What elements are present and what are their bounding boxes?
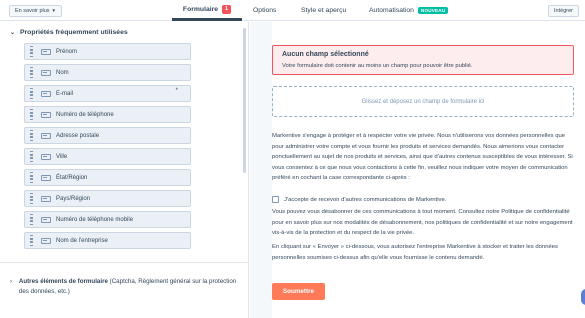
text-field-icon [41,216,51,223]
field-item-firstname[interactable]: Prénom [24,43,191,60]
field-label: Ville [56,153,68,160]
new-badge: NOUVEAU [417,7,449,14]
text-field-icon [41,237,51,244]
tab-automation-label: Automatisation [369,7,414,14]
chevron-down-icon: ⌄ [10,30,16,36]
text-field-icon [41,90,51,97]
learn-more-button[interactable]: En savoir plus ▼ [9,5,63,17]
text-field-icon [41,111,51,118]
text-field-icon [41,174,51,181]
properties-panel: ⌄ Propriétés fréquemment utilisées Préno… [0,22,249,318]
chat-launcher-edge[interactable] [581,289,585,305]
tab-options-label: Options [253,7,277,14]
text-field-icon [41,69,51,76]
field-item-address[interactable]: Adresse postale [24,127,191,144]
frequent-properties-header[interactable]: ⌄ Propriétés fréquemment utilisées [10,29,128,36]
tab-options[interactable]: Options [253,0,276,21]
field-item-country[interactable]: Pays/Région [24,190,191,207]
consent-text: Markentive s'engage à protéger et à resp… [272,133,573,181]
drag-handle-icon[interactable] [27,67,36,78]
alert-text: Votre formulaire doit contenir au moins … [282,63,473,69]
field-item-lastname[interactable]: Nom [24,64,191,81]
alert-title: Aucun champ sélectionné [282,51,369,58]
drag-handle-icon[interactable] [27,109,36,120]
field-item-city[interactable]: Ville [24,148,191,165]
drag-handle-icon[interactable] [27,193,36,204]
field-item-phone[interactable]: Numéro de téléphone [24,106,191,123]
drag-handle-icon[interactable] [27,88,36,99]
drag-handle-icon[interactable] [27,46,36,57]
drag-handle-icon[interactable] [27,214,36,225]
required-marker: * [175,88,178,94]
other-elements-text: Autres éléments de formulaire (Captcha, … [19,277,238,297]
tab-style-preview[interactable]: Style et aperçu [301,0,346,21]
tab-form[interactable]: Formulaire 1 [172,0,242,21]
embed-button[interactable]: Intégrer [548,5,579,17]
field-item-state[interactable]: État/Région [24,169,191,186]
text-field-icon [41,153,51,160]
other-elements-header[interactable]: › Autres éléments de formulaire (Captcha… [10,277,238,297]
tab-automation[interactable]: Automatisation NOUVEAU [369,0,449,21]
drag-handle-icon[interactable] [27,151,36,162]
field-label: Pays/Région [56,195,91,202]
text-field-icon [41,195,51,202]
unsubscribe-text: Vous pouvez vous désabonner de ces commu… [272,209,573,236]
chevron-down-icon: ▼ [51,8,57,13]
field-label: État/Région [56,174,88,181]
submit-button[interactable]: Soumettre [272,283,325,300]
text-field-icon [41,48,51,55]
field-label: Nom de l'entreprise [56,237,108,244]
other-elements-title: Autres éléments de formulaire [18,278,108,285]
section-divider [0,262,249,263]
field-label: Nom [56,69,69,76]
drag-handle-icon[interactable] [27,172,36,183]
field-item-company[interactable]: Nom de l'entreprise [24,232,191,249]
section-title: Propriétés fréquemment utilisées [20,29,128,36]
top-bar: En savoir plus ▼ Formulaire 1 Options St… [0,0,585,21]
field-label: Numéro de téléphone mobile [56,216,134,223]
field-dropzone[interactable]: Glissez et déposez un champ de formulair… [272,86,574,117]
tab-form-label: Formulaire [182,5,219,13]
learn-more-label: En savoir plus [15,8,50,14]
chevron-right-icon: › [10,279,12,285]
text-field-icon [41,132,51,139]
consent-checkbox[interactable] [272,196,279,203]
tab-style-label: Style et aperçu [301,7,347,14]
field-label: E-mail [56,90,74,97]
field-item-email[interactable]: E-mail * [24,85,191,102]
no-field-alert: Aucun champ sélectionné Votre formulaire… [272,45,574,75]
consent-checkbox-label: J'accepte de recevoir d'autres communica… [284,196,447,203]
field-item-mobile[interactable]: Numéro de téléphone mobile [24,211,191,228]
sidebar-scrollbar[interactable] [243,28,246,173]
error-count-badge: 1 [222,4,232,14]
consent-checkbox-row[interactable]: J'accepte de recevoir d'autres communica… [272,196,446,203]
field-label: Numéro de téléphone [56,111,114,118]
drag-handle-icon[interactable] [27,130,36,141]
submit-disclaimer: En cliquant sur « Envoyer » ci-dessous, … [272,244,558,261]
drag-handle-icon[interactable] [27,235,36,246]
field-label: Prénom [56,48,78,55]
field-label: Adresse postale [56,132,100,139]
